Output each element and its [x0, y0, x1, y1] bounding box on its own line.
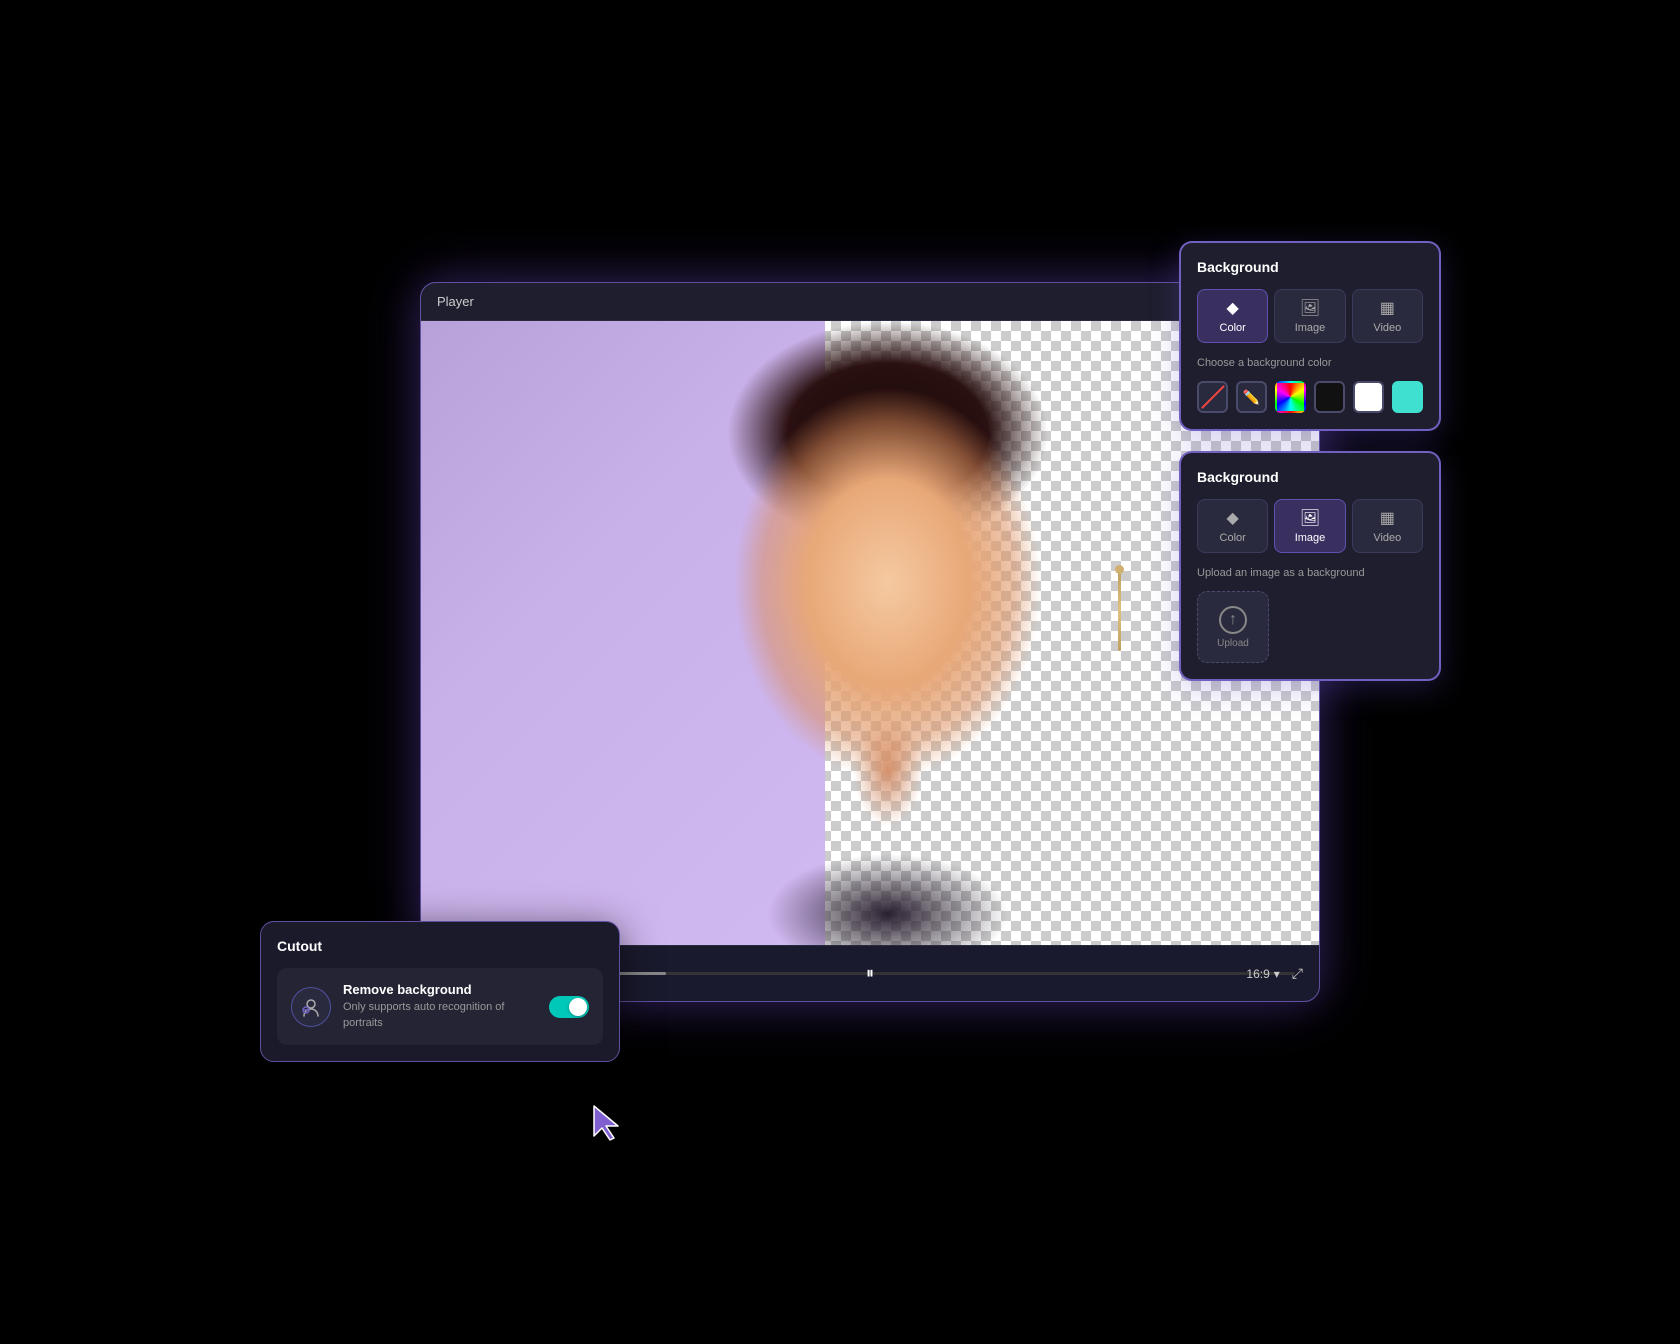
- cutout-remove-bg-item: Remove background Only supports auto rec…: [277, 968, 603, 1045]
- image-tab-label-2: Image: [1295, 532, 1326, 544]
- swatch-cyan[interactable]: [1392, 381, 1423, 413]
- tab-color-2[interactable]: ◆ Color: [1197, 499, 1268, 553]
- image-tab-icon: 🖼: [1300, 298, 1320, 318]
- bg-panel-1-tabs: ◆ Color 🖼 Image ▦ Video: [1197, 289, 1423, 343]
- swatch-none[interactable]: [1197, 381, 1228, 413]
- swatch-eyedropper[interactable]: ✏️: [1236, 381, 1267, 413]
- color-tab-label-2: Color: [1220, 532, 1246, 544]
- tab-image-2[interactable]: 🖼 Image: [1274, 499, 1345, 553]
- player-right-controls: 16:9 ▾ ⤢: [1246, 965, 1303, 982]
- upload-icon: ↑: [1219, 606, 1247, 634]
- chevron-down-icon: ▾: [1274, 967, 1280, 981]
- video-tab-label: Video: [1373, 322, 1401, 334]
- video-tab-label-2: Video: [1373, 532, 1401, 544]
- player-title: Player: [437, 294, 474, 309]
- color-tab-label: Color: [1220, 322, 1246, 334]
- color-tab-icon: ◆: [1227, 298, 1239, 318]
- color-swatches: ✏️: [1197, 381, 1423, 413]
- swatch-black[interactable]: [1314, 381, 1345, 413]
- cutout-icon-wrapper: [291, 987, 331, 1027]
- upload-button[interactable]: ↑ Upload: [1197, 591, 1269, 663]
- tab-video-2[interactable]: ▦ Video: [1352, 499, 1423, 553]
- video-tab-icon-2: ▦: [1380, 508, 1395, 528]
- eyedropper-icon: ✏️: [1243, 389, 1260, 406]
- aspect-ratio-label: 16:9: [1246, 967, 1269, 981]
- fullscreen-button[interactable]: ⤢: [1292, 965, 1303, 982]
- cutout-title: Cutout: [277, 938, 603, 954]
- bg-panel-1-subtitle: Choose a background color: [1197, 357, 1423, 369]
- swatch-white[interactable]: [1353, 381, 1384, 413]
- remove-bg-toggle[interactable]: [549, 996, 589, 1018]
- play-pause-button[interactable]: ⏸: [856, 960, 884, 988]
- aspect-ratio-selector[interactable]: 16:9 ▾: [1246, 967, 1279, 981]
- bg-panel-1-title: Background: [1197, 259, 1423, 275]
- bg-panel-2-title: Background: [1197, 469, 1423, 485]
- bg-panel-2-subtitle: Upload an image as a background: [1197, 567, 1423, 579]
- swatch-rainbow[interactable]: [1275, 381, 1306, 413]
- cutout-text-block: Remove background Only supports auto rec…: [343, 982, 537, 1031]
- cutout-description: Only supports auto recognition of portra…: [343, 1000, 537, 1031]
- color-tab-icon-2: ◆: [1227, 508, 1239, 528]
- cutout-label: Remove background: [343, 982, 537, 997]
- cutout-panel: Cutout Remove background Only supports a…: [260, 921, 620, 1062]
- remove-bg-icon: [300, 996, 322, 1018]
- video-tab-icon: ▦: [1380, 298, 1395, 318]
- scene: Player 00:00:07:02 / 00:01:23:00 ⏸: [290, 222, 1390, 1122]
- bg-panel-2-tabs: ◆ Color 🖼 Image ▦ Video: [1197, 499, 1423, 553]
- progress-bar[interactable]: [611, 972, 1295, 975]
- earring-decoration: [1118, 571, 1121, 651]
- image-tab-label: Image: [1295, 322, 1326, 334]
- upload-label: Upload: [1217, 638, 1249, 649]
- tab-image-1[interactable]: 🖼 Image: [1274, 289, 1345, 343]
- image-tab-icon-2: 🖼: [1300, 508, 1320, 528]
- background-panel-color: Background ◆ Color 🖼 Image ▦ Video Choos…: [1180, 242, 1440, 430]
- tab-color-1[interactable]: ◆ Color: [1197, 289, 1268, 343]
- tab-video-1[interactable]: ▦ Video: [1352, 289, 1423, 343]
- cursor-svg: [590, 1102, 622, 1142]
- playback-controls: ⏸: [856, 960, 884, 988]
- background-panel-image: Background ◆ Color 🖼 Image ▦ Video Uploa…: [1180, 452, 1440, 680]
